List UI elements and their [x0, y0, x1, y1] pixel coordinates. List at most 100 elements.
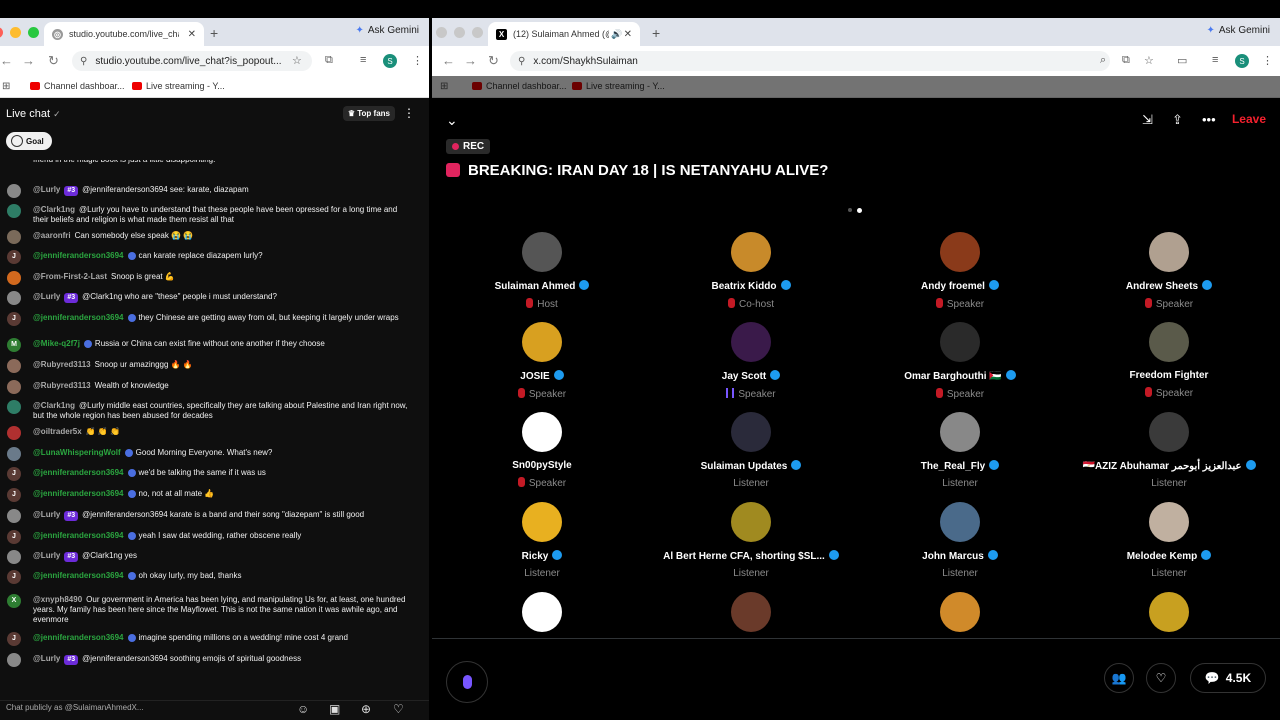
participant-avatar[interactable] — [940, 322, 980, 362]
author-name[interactable]: @Lurly — [33, 510, 60, 519]
author-avatar[interactable] — [7, 291, 21, 305]
minimize-window-icon[interactable] — [454, 27, 465, 38]
close-tab-icon[interactable]: ✕ — [188, 29, 196, 40]
extensions-icon[interactable]: ≡ — [360, 54, 366, 66]
reload-icon[interactable]: ↻ — [488, 53, 499, 69]
author-avatar[interactable] — [7, 400, 21, 414]
author-name[interactable]: @oiltrader5x — [33, 427, 82, 436]
browser-tab[interactable]: ◎ studio.youtube.com/live_chat ✕ — [44, 22, 204, 46]
add-icon[interactable]: ⊕ — [361, 702, 371, 716]
participant-avatar[interactable] — [940, 232, 980, 272]
site-info-icon[interactable]: ⚲ — [518, 56, 525, 67]
author-avatar[interactable] — [7, 184, 21, 198]
participant[interactable] — [437, 592, 647, 632]
profile-avatar[interactable]: S — [1235, 54, 1249, 68]
author-avatar[interactable] — [7, 426, 21, 440]
new-tab-icon[interactable]: + — [210, 25, 218, 41]
goal-button[interactable]: Goal — [6, 132, 52, 150]
participant-avatar[interactable] — [731, 412, 771, 452]
bookmark-channel-dashboard[interactable]: Channel dashboar... — [472, 81, 567, 91]
author-name[interactable]: @jenniferanderson3694 — [33, 489, 124, 498]
participant-avatar[interactable] — [731, 592, 771, 632]
author-avatar[interactable]: J — [7, 467, 21, 481]
author-name[interactable]: @LunaWhisperingWolf — [33, 448, 121, 457]
author-name[interactable]: @jenniferanderson3694 — [33, 571, 124, 580]
dock-icon[interactable]: ⇲ — [1142, 112, 1153, 128]
extensions-icon[interactable]: ≡ — [1212, 54, 1218, 66]
author-avatar[interactable] — [7, 380, 21, 394]
bookmark-live-streaming[interactable]: Live streaming - Y... — [572, 81, 665, 91]
forward-icon[interactable]: → — [464, 53, 477, 68]
reactions-button[interactable]: ♡ — [1146, 663, 1176, 693]
participant[interactable]: Jay Scott Speaker — [646, 322, 856, 400]
participant[interactable]: Andy froemel Speaker — [855, 232, 1065, 310]
live-chat-title[interactable]: Live chat ✓ — [6, 108, 61, 120]
participant-avatar[interactable] — [522, 502, 562, 542]
participant[interactable]: Freedom Fighter Speaker — [1064, 322, 1274, 399]
participant[interactable]: 🇪🇬AZIZ Abuhamar عبدالعزيز أبوحمر Listener — [1064, 412, 1274, 489]
participant[interactable]: Omar Barghouthi 🇵🇸 Speaker — [855, 322, 1065, 400]
author-avatar[interactable] — [7, 359, 21, 373]
participant[interactable]: JOSIE Speaker — [437, 322, 647, 400]
author-avatar[interactable]: J — [7, 570, 21, 584]
author-name[interactable]: @jenniferanderson3694 — [33, 468, 124, 477]
author-avatar[interactable]: J — [7, 530, 21, 544]
participant[interactable]: Melodee Kemp Listener — [1064, 502, 1274, 579]
reading-list-icon[interactable]: ▭ — [1177, 54, 1187, 67]
participant[interactable]: John Marcus Listener — [855, 502, 1065, 579]
author-name[interactable]: @Rubyred3113 — [33, 381, 91, 390]
comments-button[interactable]: 💬 4.5K — [1190, 663, 1266, 693]
site-info-icon[interactable]: ⚲ — [80, 56, 87, 67]
author-name[interactable]: @Rubyred3113 — [33, 360, 91, 369]
author-name[interactable]: @jenniferanderson3694 — [33, 531, 124, 540]
emoji-icon[interactable]: ☺ — [297, 702, 309, 716]
participant-avatar[interactable] — [940, 412, 980, 452]
menu-kebab-icon[interactable]: ⋮ — [412, 54, 423, 67]
participant[interactable]: Beatrix Kiddo Co-host — [646, 232, 856, 310]
collapse-chevron-icon[interactable]: ⌄ — [446, 112, 458, 129]
browser-tab[interactable]: X (12) Sulaiman Ahmed (@S 🔊 ✕ — [488, 22, 640, 46]
author-name[interactable]: @Mike-q2f7j — [33, 339, 80, 348]
author-name[interactable]: @jenniferanderson3694 — [33, 251, 124, 260]
participant[interactable] — [1064, 592, 1274, 632]
apps-grid-icon[interactable]: ⊞ — [2, 81, 10, 92]
author-avatar[interactable]: J — [7, 632, 21, 646]
cast-icon[interactable]: ⧉ — [1122, 54, 1130, 67]
maximize-window-icon[interactable] — [28, 27, 39, 38]
participant-avatar[interactable] — [522, 592, 562, 632]
author-avatar[interactable]: J — [7, 312, 21, 326]
participant-avatar[interactable] — [731, 232, 771, 272]
ask-gemini-button[interactable]: ✦ Ask Gemini — [355, 25, 419, 36]
participant-avatar[interactable] — [1149, 412, 1189, 452]
chat-message-list[interactable]: friend in the magic book is just a littl… — [0, 160, 429, 700]
author-avatar[interactable] — [7, 653, 21, 667]
bookmark-star-icon[interactable]: ☆ — [292, 54, 302, 67]
author-avatar[interactable]: M — [7, 338, 21, 352]
super-chat-icon[interactable]: ▣ — [329, 702, 340, 716]
bookmark-live-streaming[interactable]: Live streaming - Y... — [132, 81, 225, 91]
author-name[interactable]: @Clark1ng — [33, 401, 75, 410]
participant[interactable]: Sulaiman Updates Listener — [646, 412, 856, 489]
author-avatar[interactable] — [7, 271, 21, 285]
participant-avatar[interactable] — [522, 322, 562, 362]
author-avatar[interactable]: X — [7, 594, 21, 608]
zoom-icon[interactable]: ⌕ — [1100, 54, 1106, 67]
people-button[interactable]: 👥 — [1104, 663, 1134, 693]
ask-gemini-button[interactable]: ✦ Ask Gemini — [1206, 25, 1270, 36]
menu-kebab-icon[interactable]: ⋮ — [1262, 54, 1273, 67]
microphone-button[interactable] — [446, 661, 488, 703]
author-avatar[interactable] — [7, 550, 21, 564]
author-avatar[interactable] — [7, 447, 21, 461]
reload-icon[interactable]: ↻ — [48, 53, 59, 69]
close-window-icon[interactable] — [436, 27, 447, 38]
chat-menu-icon[interactable]: ⋮ — [403, 106, 415, 120]
participant-avatar[interactable] — [1149, 502, 1189, 542]
author-avatar[interactable] — [7, 509, 21, 523]
chat-input[interactable]: Chat publicly as @SulaimanAhmedX... — [6, 701, 144, 712]
address-bar[interactable]: ⚲ studio.youtube.com/live_chat?is_popout… — [72, 51, 312, 71]
share-icon[interactable]: ⇪ — [1172, 112, 1183, 128]
participant-avatar[interactable] — [1149, 232, 1189, 272]
author-name[interactable]: @Clark1ng — [33, 205, 75, 214]
heart-icon[interactable]: ♡ — [393, 702, 404, 716]
back-icon[interactable]: ← — [442, 53, 455, 68]
